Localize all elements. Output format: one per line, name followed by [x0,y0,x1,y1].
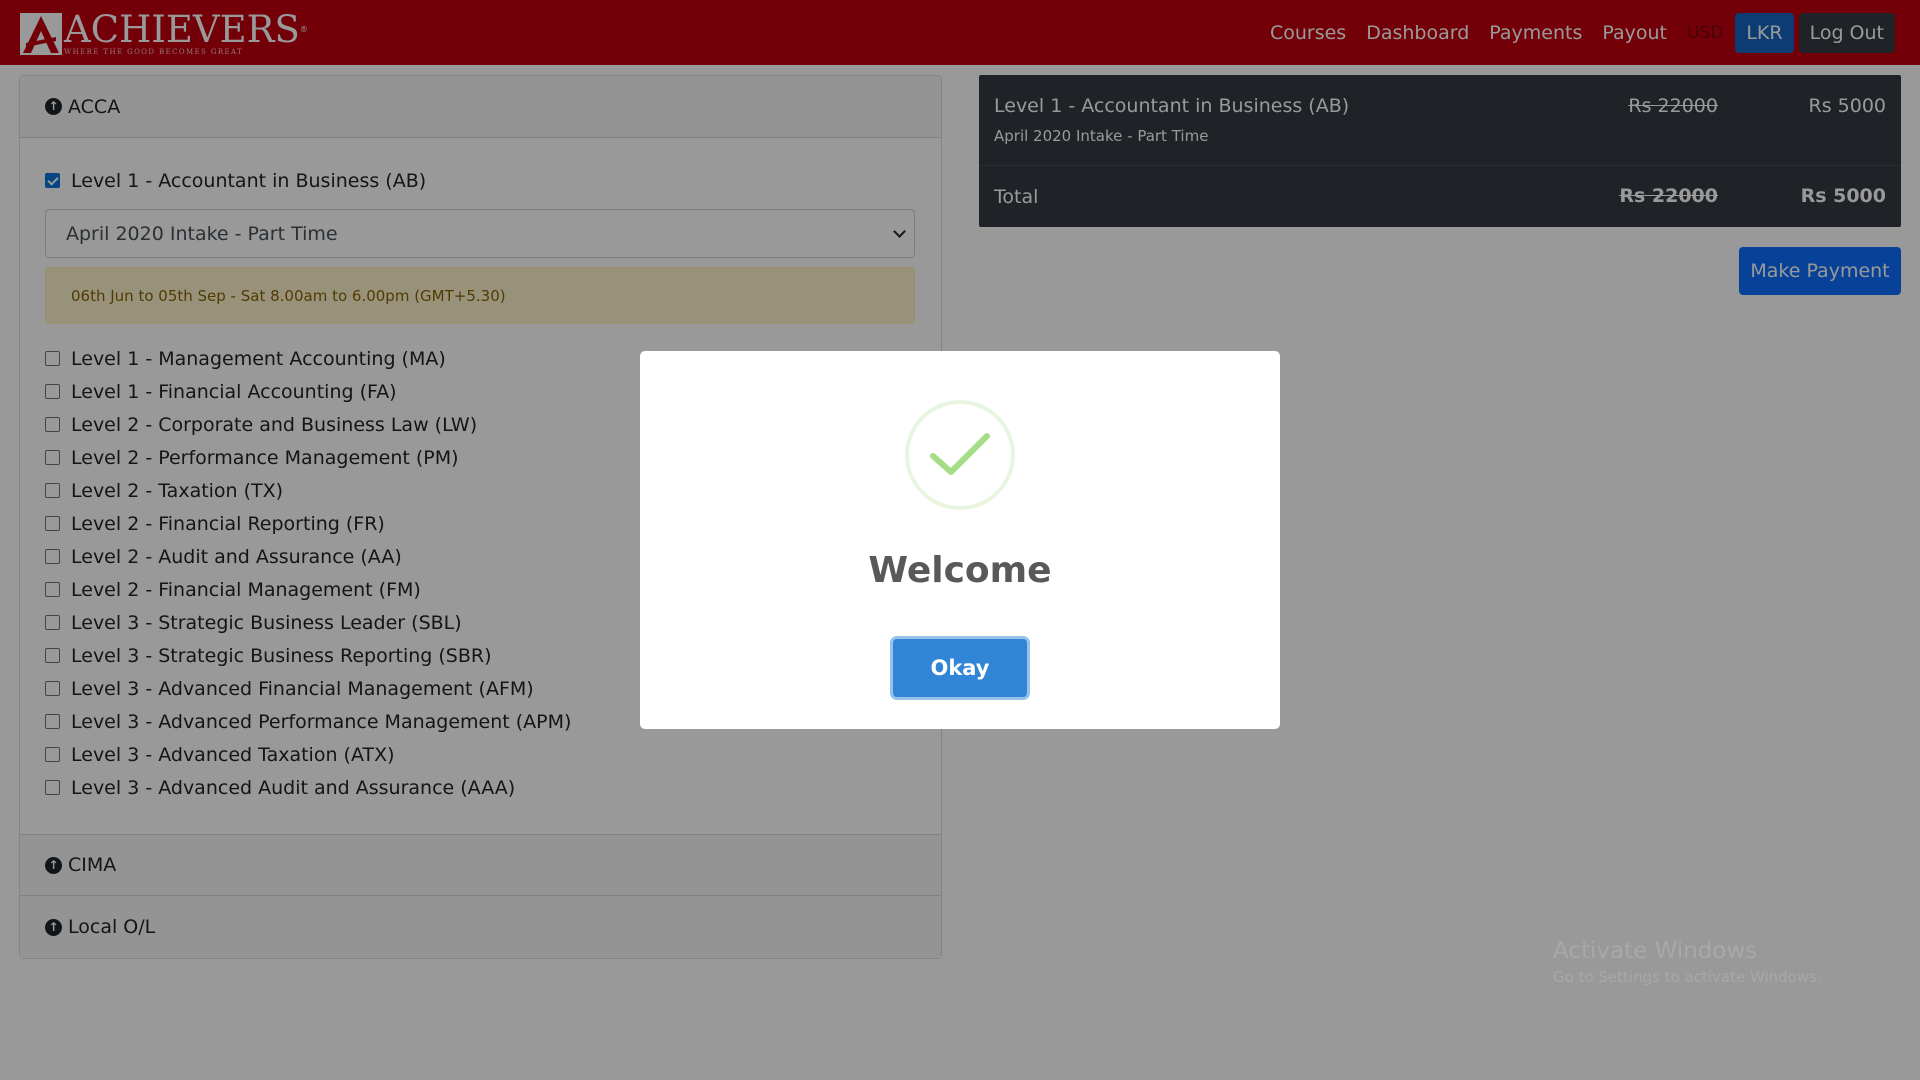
watermark-subtitle: Go to Settings to activate Windows. [1553,968,1822,986]
watermark-title: Activate Windows [1553,938,1758,964]
okay-button[interactable]: Okay [893,639,1027,697]
windows-activation-watermark: Activate Windows Go to Settings to activ… [1553,938,1822,986]
modal-title: Welcome [868,550,1052,591]
welcome-modal: Welcome Okay [640,351,1280,729]
success-check-icon [905,400,1015,510]
